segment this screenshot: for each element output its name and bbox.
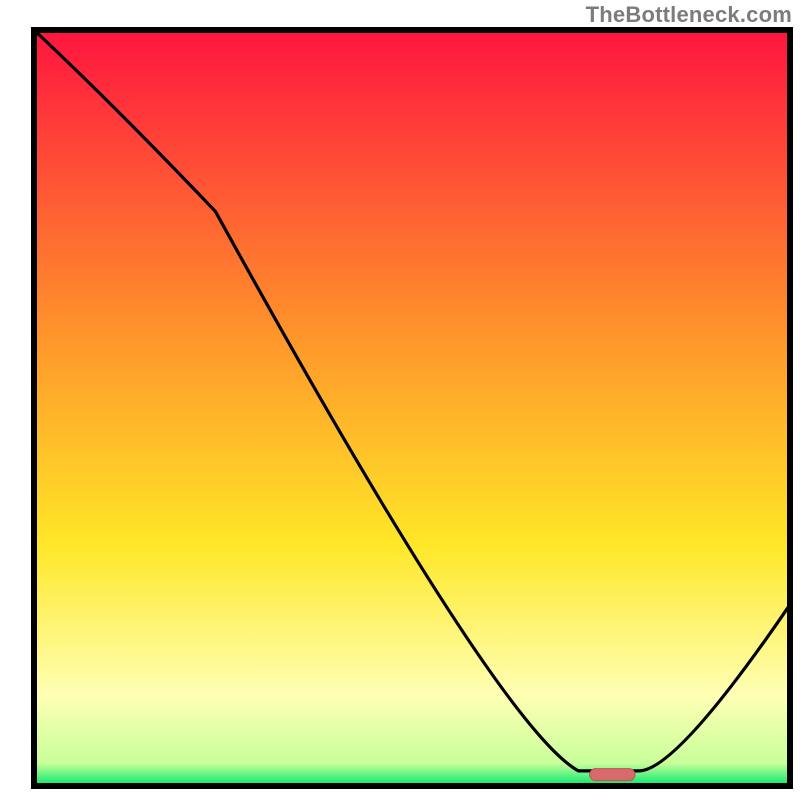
- watermark-text: TheBottleneck.com: [586, 2, 792, 28]
- chart-root: TheBottleneck.com: [0, 0, 800, 800]
- bottleneck-chart: [0, 0, 800, 800]
- optimum-marker: [590, 769, 635, 781]
